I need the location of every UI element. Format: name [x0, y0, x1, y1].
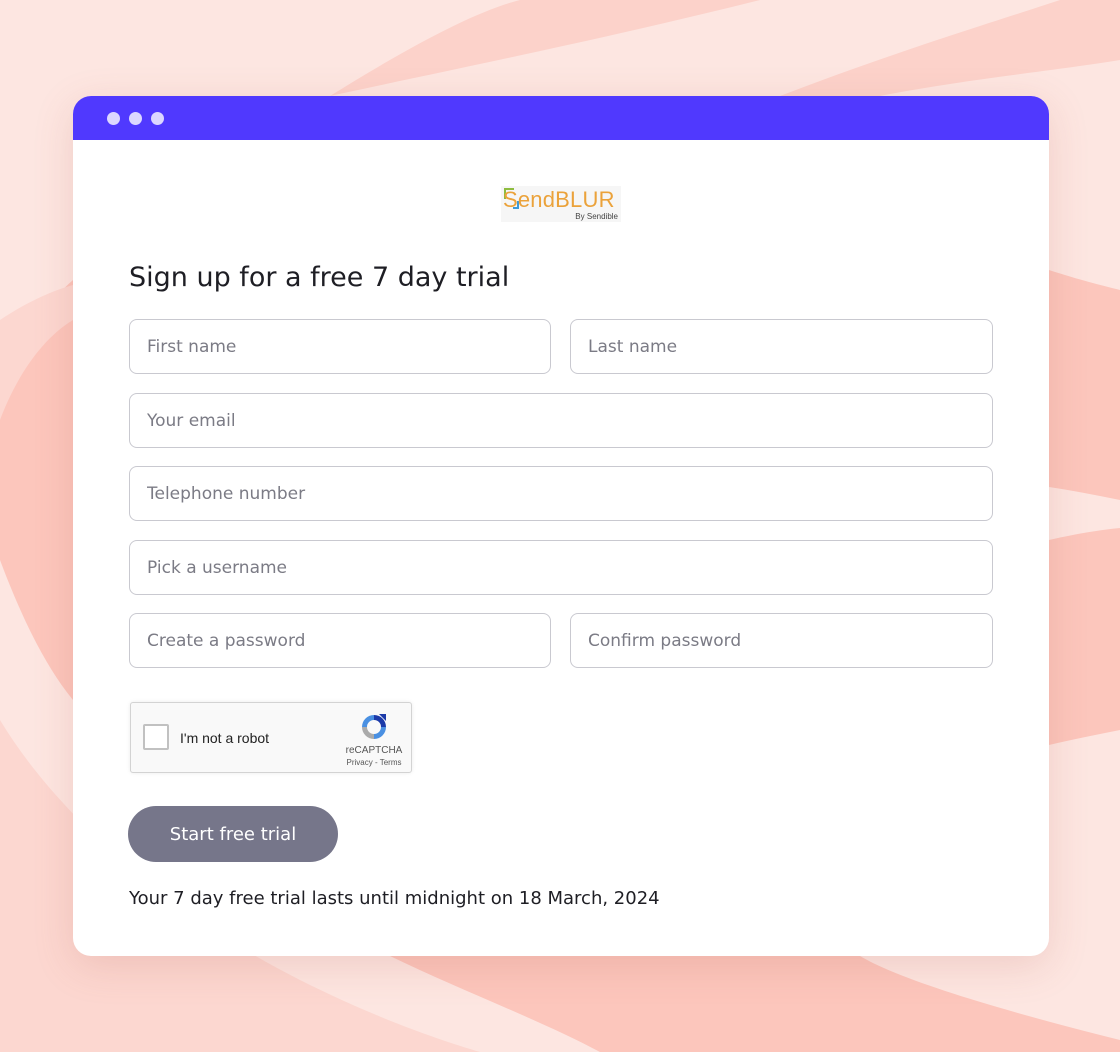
browser-window: SendBLUR By Sendible Sign up for a free …: [73, 96, 1049, 956]
telephone-field[interactable]: [129, 466, 993, 521]
last-name-field[interactable]: [570, 319, 993, 374]
logo-wordmark: SendBLUR: [503, 187, 615, 212]
telephone-input[interactable]: [147, 483, 992, 504]
first-name-input[interactable]: [147, 336, 550, 357]
password-input[interactable]: [147, 630, 550, 651]
password-field[interactable]: [129, 613, 551, 668]
form-heading: Sign up for a free 7 day trial: [129, 262, 510, 293]
recaptcha-widget: I'm not a robot reCAPTCHA Privacy - Term…: [130, 702, 412, 773]
window-dot-icon[interactable]: [129, 112, 142, 125]
trial-note: Your 7 day free trial lasts until midnig…: [129, 888, 660, 909]
email-input[interactable]: [147, 410, 992, 431]
username-field[interactable]: [129, 540, 993, 595]
recaptcha-icon: [362, 714, 386, 739]
window-dot-icon[interactable]: [151, 112, 164, 125]
logo-subtext: By Sendible: [575, 212, 618, 221]
recaptcha-brand: reCAPTCHA: [345, 745, 403, 756]
first-name-field[interactable]: [129, 319, 551, 374]
window-titlebar: [73, 96, 1049, 140]
username-input[interactable]: [147, 557, 992, 578]
recaptcha-links[interactable]: Privacy - Terms: [343, 758, 405, 767]
confirm-password-input[interactable]: [588, 630, 992, 651]
recaptcha-label: I'm not a robot: [180, 730, 270, 746]
window-dot-icon[interactable]: [107, 112, 120, 125]
brand-logo: SendBLUR By Sendible: [501, 186, 621, 222]
recaptcha-checkbox[interactable]: [143, 724, 169, 750]
start-free-trial-button[interactable]: Start free trial: [128, 806, 338, 862]
confirm-password-field[interactable]: [570, 613, 993, 668]
email-field[interactable]: [129, 393, 993, 448]
last-name-input[interactable]: [588, 336, 992, 357]
